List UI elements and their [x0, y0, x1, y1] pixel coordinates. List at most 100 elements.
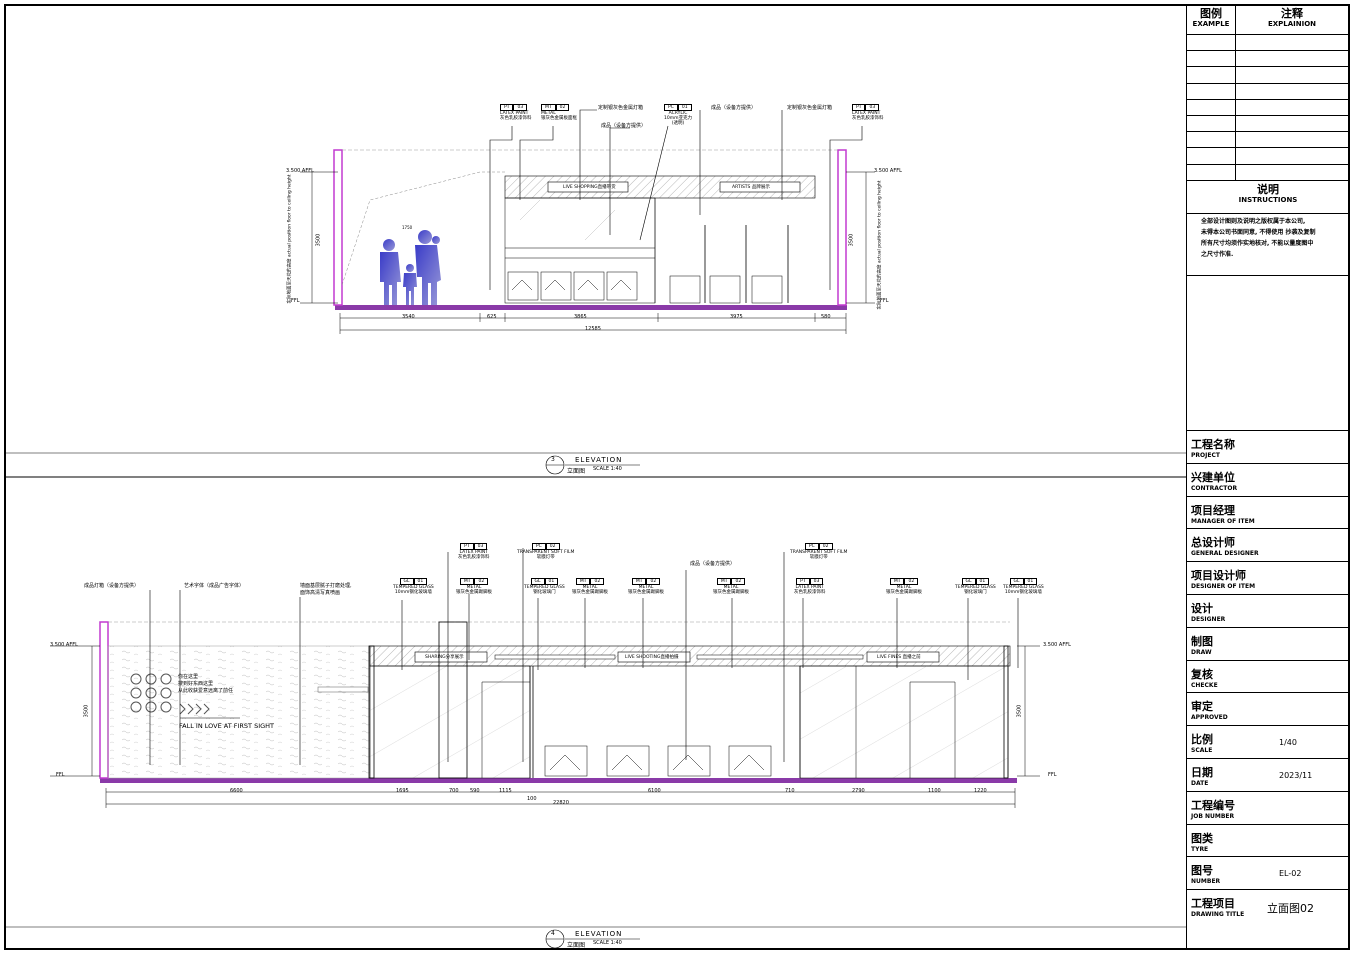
- title-block-label-en: DATE: [1191, 780, 1209, 787]
- title-block-label-en: CHECKE: [1191, 681, 1218, 689]
- elev4-dim-4: 590: [470, 788, 480, 794]
- elev4-wall-text-2: 搜到好东西这里: [178, 681, 214, 687]
- elev4-dim-sub: 100: [527, 796, 537, 802]
- material-tag-number: 02: [818, 543, 833, 550]
- title-block-label-en: DESIGNER: [1191, 616, 1226, 623]
- elev3-height-right: 3500: [848, 233, 855, 247]
- title-block-label-cn: 复核: [1191, 667, 1213, 681]
- material-tag-line-2: 钢化玻璃门: [964, 590, 987, 595]
- elev3-tag-2: MT 02 METAL 银灰色金属板面框: [541, 104, 577, 121]
- title-block-label-cn: 项目经理: [1191, 503, 1235, 517]
- material-tag-code: MT: [716, 578, 732, 585]
- title-block-label-en: CONTRACTOR: [1191, 484, 1238, 492]
- elev4-scale: SCALE 1:40: [593, 940, 622, 946]
- elev4-callout-3: 墙面基层腻子打磨处理,: [300, 583, 352, 589]
- title-block-label-en: APPROVED: [1191, 714, 1228, 722]
- elevation-3-drawing: 1750: [300, 109, 875, 334]
- title-block-label-cn: 日期: [1191, 766, 1213, 779]
- elev4-sign-1: SHARING分享展示: [425, 655, 464, 660]
- elev3-side-note-left: 实际地面至天花的高度 actual position floor to ceil…: [287, 174, 293, 304]
- elev3-subtitle: 立面图: [567, 468, 586, 475]
- material-tag-number: 02: [904, 578, 919, 585]
- elev4-dim-6: 6100: [648, 788, 661, 794]
- title-block-row: 制图 DRAW: [1187, 626, 1349, 660]
- title-block-label-cn: 项目设计师: [1191, 569, 1246, 583]
- floor-slab-4: [100, 778, 1017, 783]
- elev4-slogan: FALL IN LOVE AT FIRST SIGHT: [179, 722, 275, 730]
- material-tag-code: PC: [531, 543, 546, 550]
- elev4-height-left: 3500: [83, 704, 90, 718]
- title-block-label-en: NUMBER: [1191, 878, 1221, 886]
- title-block-row: 工程编号 JOB NUMBER: [1187, 790, 1349, 824]
- title-block-row: 项目经理 MANAGER OF ITEM: [1187, 495, 1349, 529]
- title-block-label-cn: 比例: [1191, 733, 1213, 747]
- elev4-dim-2: 1695: [396, 788, 409, 794]
- title-block-row: 兴建单位 CONTRACTOR: [1187, 462, 1349, 496]
- material-tag-line-2: 10mm钢化玻璃墙: [394, 590, 432, 595]
- material-tag-number: 03: [473, 543, 488, 550]
- drawing-canvas: 1750: [4, 109, 1186, 949]
- material-tag-number: 02: [731, 578, 746, 585]
- title-block-row: 设计 DESIGNER: [1187, 594, 1349, 627]
- elev4-level-floor-left: FFL: [56, 772, 65, 778]
- material-tag: PC 02 TRANSPARENT SOFT FILM 软膜灯带: [517, 543, 574, 560]
- title-block-label-en: SCALE: [1191, 747, 1213, 755]
- legend-row-line: [1187, 147, 1349, 149]
- title-block-row: 工程项目 DRAWING TITLE 立面图02: [1187, 889, 1349, 922]
- material-tag-line-2: 银灰色金属踢脚板: [628, 590, 664, 595]
- left-wall: [333, 149, 343, 306]
- title-block-label-cn: 兴建单位: [1191, 470, 1235, 484]
- elev4-sign-3: LIVE FINES 直播之前: [877, 655, 921, 660]
- elev3-tag-4: PT 03 LATEX PAINT 灰色乳胶漆饰料: [852, 104, 884, 121]
- title-block-label-cn: 工程名称: [1191, 438, 1235, 451]
- material-tag-number: 01: [975, 578, 990, 585]
- elev3-side-note-right: 实际地面至天花的高度 actual position floor to ceil…: [877, 180, 883, 310]
- left-wall-4: [99, 621, 109, 779]
- title-block-label-cn: 制图: [1191, 634, 1213, 648]
- elev3-callout-4: 定制银灰色金属灯箱: [787, 105, 833, 111]
- material-tag-number: 01: [544, 578, 559, 585]
- title-block-label-en: TYRE: [1191, 845, 1209, 853]
- legend-column-divider: [1235, 34, 1236, 180]
- elev4-dim-5: 1115: [499, 788, 512, 794]
- material-tag-number: 02: [474, 578, 489, 585]
- title-block-label-cn: 工程项目: [1191, 897, 1235, 911]
- material-tag: MT 02 METAL 银灰色金属踢脚板: [886, 578, 922, 595]
- elev4-sign-2: LIVE SHOOTING直播拍摄: [625, 655, 679, 660]
- legend-row-line: [1187, 50, 1349, 52]
- material-tag-line-2: 灰色乳胶漆饰料: [794, 590, 826, 595]
- right-wall: [837, 149, 847, 306]
- title-block-label-en: DRAW: [1191, 648, 1212, 656]
- elev4-wall-text-1: 你在这里: [178, 674, 199, 680]
- legend-row-line: [1187, 115, 1349, 116]
- elev3-callout-3: 成品（设备方提供）: [711, 105, 757, 111]
- elev3-title: ELEVATION: [575, 456, 623, 464]
- title-block-value: 2023/11: [1279, 771, 1313, 780]
- elev4-height-right: 3500: [1016, 704, 1023, 718]
- title-block-row: 图号 NUMBER EL-02: [1187, 856, 1349, 889]
- elev4-dim-7: 710: [785, 788, 795, 794]
- material-tag-number: 01: [413, 578, 428, 585]
- material-tag-code: MT: [889, 578, 905, 585]
- title-block-label-en: MANAGER OF ITEM: [1191, 517, 1255, 525]
- material-tag: MT 02 METAL 银灰色金属踢脚板: [572, 578, 608, 595]
- material-tag-number: 02: [590, 578, 605, 585]
- material-tag-line-2: 软膜灯带: [809, 555, 828, 560]
- material-tag: GL 01 TEMPERED GLASS 10mm钢化玻璃墙: [1003, 578, 1044, 595]
- title-block-row: 项目设计师 DESIGNER OF ITEM: [1187, 561, 1349, 594]
- elev4-subtitle: 立面图: [567, 942, 586, 949]
- title-block-label-en: DESIGNER OF ITEM: [1191, 583, 1256, 591]
- elev4-level-top-left: 3.500 AFFL: [50, 642, 78, 648]
- elev3-height-left: 3500: [315, 233, 322, 247]
- material-tag-line-2: 10mm钢化玻璃墙: [1004, 590, 1042, 595]
- elev3-dim-2: 625: [487, 314, 497, 320]
- material-tag-line-2: 灰色乳胶漆饰料: [458, 555, 490, 560]
- legend-row-line: [1187, 131, 1349, 133]
- elev3-number: 3: [551, 456, 555, 463]
- elev4-callout-5: 成品（设备方提供）: [690, 561, 736, 567]
- material-tag: MT 02 METAL 银灰色金属踢脚板: [628, 578, 664, 595]
- elev3-dim-3: 3865: [574, 314, 587, 320]
- elev4-dim-8: 2790: [852, 788, 865, 794]
- title-block-row: 复核 CHECKE: [1187, 659, 1349, 693]
- elev4-callout-2: 艺术字体（成品广告字体）: [184, 583, 245, 589]
